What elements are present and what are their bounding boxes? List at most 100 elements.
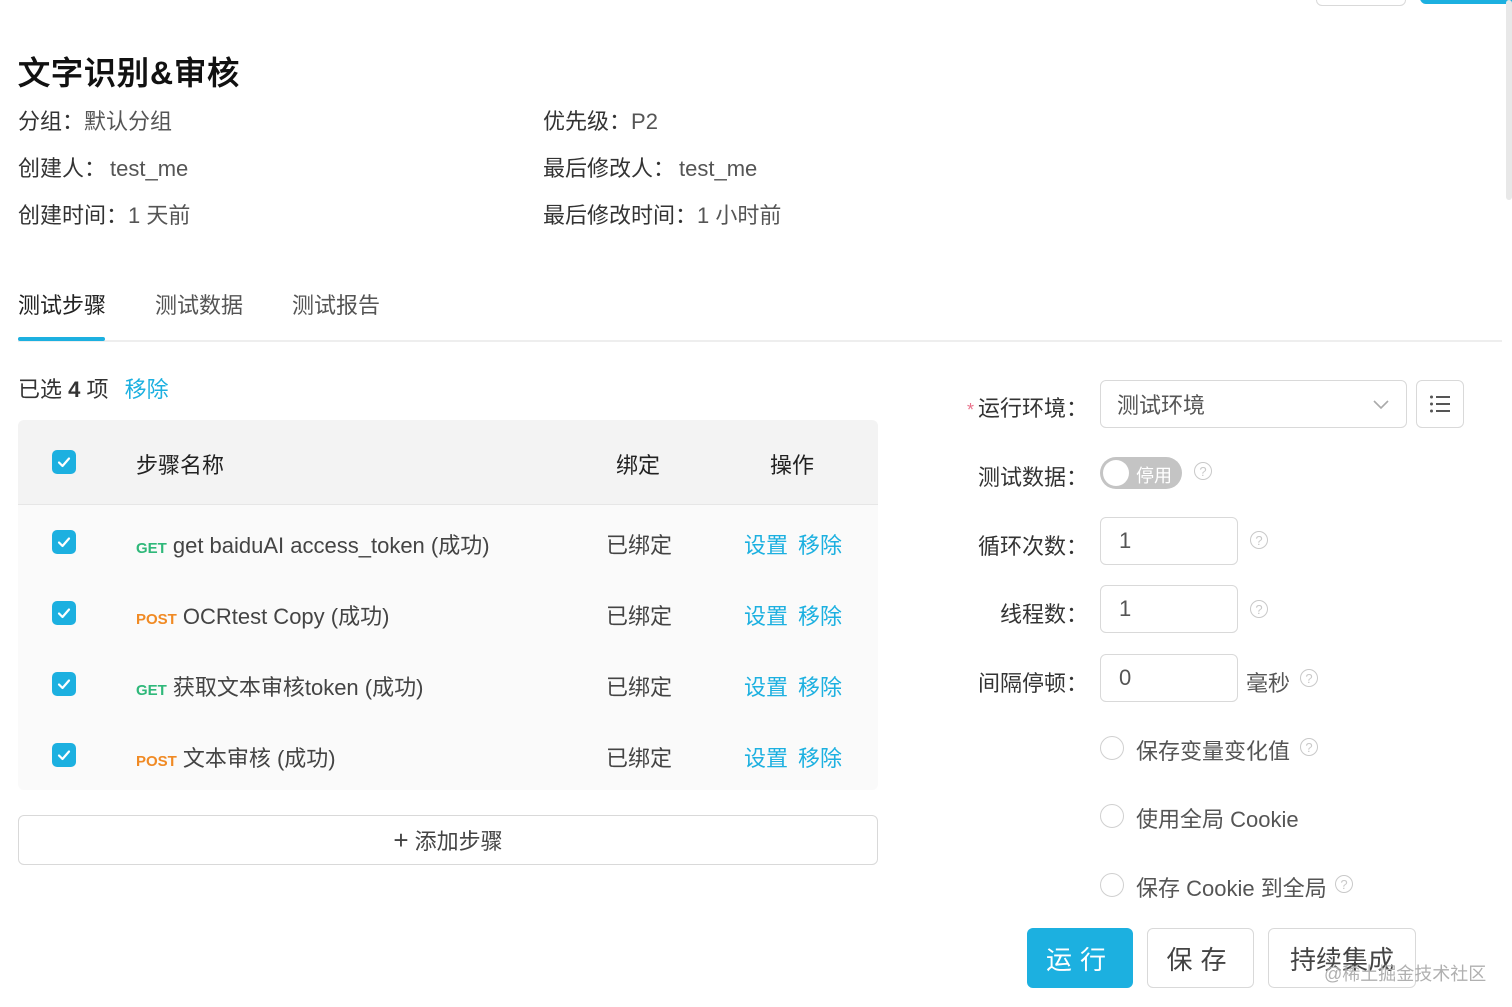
env-list-button[interactable] [1416,380,1464,428]
check-icon [57,608,71,619]
add-step-button[interactable]: + 添加步骤 [18,815,878,865]
priority-label: 优先级： [543,109,632,134]
table-row: GET get baiduAI access_token (成功) 已绑定 设置移… [18,506,878,576]
toggle-text: 停用 [1136,466,1172,486]
env-select[interactable]: 测试环境 [1100,380,1407,428]
save-button[interactable]: 保存 [1147,928,1254,988]
remove-link[interactable]: 移除 [798,746,842,771]
test-data-label: 测试数据： [977,465,1088,490]
row-actions: 设置 移除 [744,599,852,631]
set-link[interactable]: 设置 [744,604,788,629]
step-title: 文本审核 (成功) [182,746,336,771]
check-icon [57,457,71,468]
row-actions: 设置 移除 [744,528,852,560]
help-icon[interactable]: ? [1250,531,1268,549]
step-name[interactable]: GET get baiduAI access_token (成功) [136,528,490,560]
created-value: 1 天前 [128,203,191,228]
tab-test-report[interactable]: 测试报告 [292,288,380,320]
check-icon [57,750,71,761]
method-badge: POST [136,611,177,628]
selection-suffix: 项 [86,377,109,402]
loop-input[interactable]: 1 [1100,517,1238,565]
add-step-label: 添加步骤 [414,829,503,854]
run-button[interactable]: 运行 [1027,928,1133,988]
table-row: GET 获取文本审核token (成功) 已绑定 设置 移除 [18,648,878,718]
test-data-toggle[interactable]: 停用 [1100,457,1182,489]
help-icon[interactable]: ? [1335,875,1353,893]
threads-input[interactable]: 1 [1100,585,1238,633]
method-badge: POST [136,753,177,770]
remove-link[interactable]: 移除 [798,604,842,629]
tab-test-steps[interactable]: 测试步骤 [18,288,106,320]
table-row: POST OCRtest Copy (成功) 已绑定 设置 移除 [18,577,878,647]
watermark: @稀土掘金技术社区 [1324,964,1487,984]
set-link[interactable]: 设置 [744,746,788,771]
row-checkbox[interactable] [52,530,76,554]
top-primary-button[interactable] [1420,0,1512,4]
modifier-label: 最后修改人： [543,156,676,181]
loop-value: 1 [1119,528,1132,553]
group-value: 默认分组 [84,109,173,134]
save-vars-label: 保存变量变化值 [1136,739,1291,764]
select-all-checkbox[interactable] [52,450,76,474]
step-title: OCRtest Copy (成功) [182,604,390,629]
plus-icon: + [393,824,409,855]
help-icon[interactable]: ? [1194,462,1212,480]
set-link[interactable]: 设置 [744,533,788,558]
list-icon [1430,395,1450,413]
modified-value: 1 小时前 [697,203,782,228]
header-bind: 绑定 [616,453,661,478]
creator-label: 创建人： [18,156,107,181]
row-checkbox[interactable] [52,601,76,625]
header-step-name: 步骤名称 [136,453,225,478]
meta-created: 创建时间：1 天前 [18,198,190,230]
help-icon[interactable]: ? [1300,738,1318,756]
interval-value: 0 [1119,665,1132,690]
tab-test-data[interactable]: 测试数据 [155,288,243,320]
scrollbar[interactable] [1506,0,1512,200]
remove-link[interactable]: 移除 [798,675,842,700]
meta-modifier: 最后修改人： test_me [543,151,757,183]
chevron-down-icon [1373,400,1389,410]
bind-status: 已绑定 [606,675,673,700]
created-label: 创建时间： [18,203,129,228]
remove-link[interactable]: 移除 [798,533,842,558]
threads-value: 1 [1119,596,1132,621]
creator-value: test_me [110,156,189,181]
page-title: 文字识别&审核 [18,55,241,91]
check-icon [57,537,71,548]
table-header: 步骤名称 绑定 操作 [18,420,878,505]
set-link[interactable]: 设置 [744,675,788,700]
selection-prefix: 已选 [18,377,63,402]
bind-status: 已绑定 [606,533,673,558]
loop-label: 循环次数： [977,534,1088,559]
required-icon: * [966,400,974,420]
save-vars-checkbox[interactable] [1100,736,1124,760]
help-icon[interactable]: ? [1250,600,1268,618]
row-checkbox[interactable] [52,672,76,696]
selection-count: 4 [68,377,81,402]
global-cookie-checkbox[interactable] [1100,804,1124,828]
meta-creator: 创建人： test_me [18,151,188,183]
step-name[interactable]: POST OCRtest Copy (成功) [136,599,389,631]
step-name[interactable]: POST 文本审核 (成功) [136,741,336,773]
group-label: 分组： [18,109,85,134]
global-cookie-label: 使用全局 Cookie [1136,807,1299,832]
row-actions: 设置 移除 [744,670,852,702]
row-actions: 设置 移除 [744,741,852,773]
modified-label: 最后修改时间： [543,203,698,228]
meta-group: 分组：默认分组 [18,104,172,136]
help-icon[interactable]: ? [1300,669,1318,687]
row-checkbox[interactable] [52,743,76,767]
top-outline-button[interactable] [1316,0,1406,6]
step-title: 获取文本审核token (成功) [172,675,424,700]
meta-priority: 优先级：P2 [543,104,658,136]
save-cookie-checkbox[interactable] [1100,873,1124,897]
step-title: get baiduAI access_token (成功) [172,533,490,558]
step-name[interactable]: GET 获取文本审核token (成功) [136,670,423,702]
remove-selected-link[interactable]: 移除 [125,377,169,402]
env-label-wrap: * 运行环境： [928,391,1088,423]
tab-divider [18,340,1502,342]
method-badge: GET [136,682,167,699]
interval-input[interactable]: 0 [1100,654,1238,702]
